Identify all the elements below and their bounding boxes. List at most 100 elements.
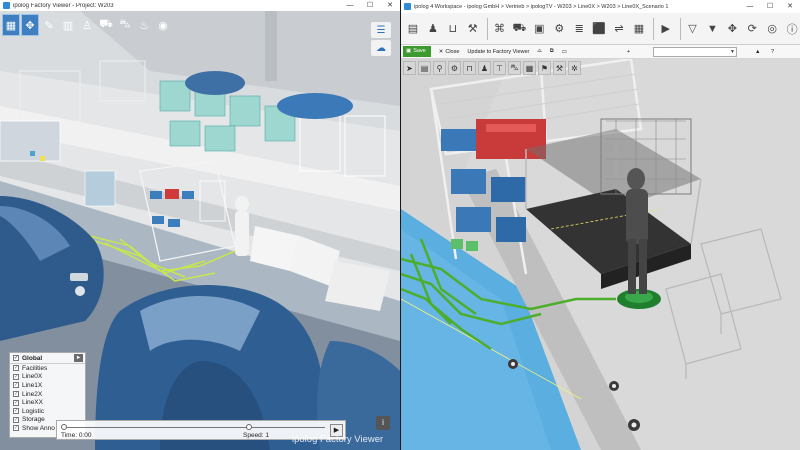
refresh-icon[interactable]: ⟳ xyxy=(744,19,760,38)
ribbon-separator xyxy=(679,17,681,40)
viewer-side-tools: ☰ ☁ xyxy=(371,22,393,56)
layers-icon[interactable]: ≣ xyxy=(571,19,587,38)
pin-icon[interactable]: ⚲ xyxy=(433,61,446,75)
expand-arrow-icon[interactable]: ▸ xyxy=(74,354,83,362)
shelf-icon[interactable]: ▤ xyxy=(405,19,421,38)
delete-icon[interactable]: ▭ xyxy=(562,49,567,55)
workspace-3d-viewport[interactable] xyxy=(401,59,800,450)
grid-view-icon[interactable]: ▦ xyxy=(2,14,20,36)
gear-icon[interactable]: ⚙ xyxy=(448,61,461,75)
layer-label: Line1X xyxy=(22,381,43,389)
layer-item[interactable]: ✓ Line0X xyxy=(10,373,85,382)
minimize-button[interactable]: — xyxy=(340,0,360,11)
layer-checkbox[interactable]: ✓ xyxy=(13,425,19,432)
target-icon[interactable]: ◎ xyxy=(764,19,780,38)
walk-icon[interactable]: ♙ xyxy=(78,14,96,36)
layers-header: ✓ Global ▸ xyxy=(10,353,85,364)
close-label: Close xyxy=(445,48,460,55)
frame-icon[interactable]: ⊓ xyxy=(463,61,476,75)
time-slider-track[interactable] xyxy=(63,427,325,428)
save-button[interactable]: ▣ Save xyxy=(403,46,431,57)
add-button[interactable]: + xyxy=(627,49,630,55)
minimize-button[interactable]: — xyxy=(740,1,760,12)
person-icon[interactable]: ♟ xyxy=(425,19,441,38)
layer-label: Show Anno xyxy=(22,424,55,432)
time-slider-handle[interactable] xyxy=(61,424,67,430)
layer-item[interactable]: ✓ Logistic xyxy=(10,407,85,416)
tool-icon[interactable]: ⚒ xyxy=(465,19,481,38)
camera-icon[interactable]: ◉ xyxy=(154,14,172,36)
flag-icon[interactable]: ⚑ xyxy=(538,61,551,75)
workspace-titlebar: ipolog 4 Workspace - ipolog GmbH > Vertr… xyxy=(401,0,800,13)
tool-icon[interactable]: ⚒ xyxy=(553,61,566,75)
maximize-button[interactable]: ☐ xyxy=(360,0,380,11)
truck-icon[interactable]: ⛟ xyxy=(511,19,527,38)
layer-item[interactable]: ✓ Line1X xyxy=(10,381,85,390)
time-label: Time: 0:00 xyxy=(61,432,92,439)
table-icon[interactable]: ⊤ xyxy=(493,61,506,75)
close-button[interactable]: ✕ xyxy=(780,1,800,12)
shelf-icon[interactable]: ▤ xyxy=(418,61,431,75)
person-icon[interactable]: ♟ xyxy=(478,61,491,75)
chart-icon[interactable]: ▦ xyxy=(523,61,536,75)
speed-slider-handle[interactable] xyxy=(246,424,252,430)
info-icon[interactable]: i xyxy=(376,416,390,430)
speed-label: Speed: 1 xyxy=(243,432,270,439)
fire-icon[interactable]: ♨ xyxy=(135,14,153,36)
save-label: Save xyxy=(413,48,426,54)
box-icon[interactable]: ▣ xyxy=(531,19,547,38)
layer-item[interactable]: ✓ Line2X xyxy=(10,390,85,399)
window-title: ipolog Factory Viewer - Project: W203 xyxy=(13,2,114,9)
save-icon: ▣ xyxy=(406,48,412,54)
layer-checkbox[interactable]: ✓ xyxy=(13,416,19,423)
folder-icon[interactable]: ⌓ xyxy=(537,48,541,55)
close-scenario-button[interactable]: ✕ Close xyxy=(439,49,460,55)
copy-icon[interactable]: ⧉ xyxy=(550,48,554,55)
arrow-icon[interactable]: ➤ xyxy=(403,61,416,75)
layer-checkbox[interactable]: ✓ xyxy=(13,391,19,398)
chevron-down-icon: ▼ xyxy=(730,49,735,55)
layer-item[interactable]: ✓ Facilities xyxy=(10,364,85,373)
layer-checkbox-global[interactable]: ✓ xyxy=(13,355,19,361)
layer-label: Storage xyxy=(22,416,45,424)
layer-checkbox[interactable]: ✓ xyxy=(13,399,19,406)
layer-label: Line2X xyxy=(22,390,43,398)
settings-sliders-icon[interactable]: ☰ xyxy=(371,22,391,38)
info-icon[interactable]: ⓘ xyxy=(784,19,800,38)
scenario-dropdown[interactable]: ▼ xyxy=(653,47,737,57)
layer-checkbox[interactable]: ✓ xyxy=(13,373,19,380)
close-button[interactable]: ✕ xyxy=(380,0,400,11)
car-icon[interactable]: ⛍ xyxy=(508,61,521,75)
edit-toolbar: ➤ ▤ ⚲ ⚙ ⊓ ♟ ⊤ ⛍ ▦ ⚑ ⚒ ✲ xyxy=(401,59,581,77)
settings-icon[interactable]: ✲ xyxy=(568,61,581,75)
layer-checkbox[interactable]: ✓ xyxy=(13,365,19,372)
help-button[interactable]: ? xyxy=(771,49,774,55)
bin-icon[interactable]: ⊔ xyxy=(445,19,461,38)
cloud-icon[interactable]: ☁ xyxy=(371,40,391,56)
play-icon[interactable]: ▶ xyxy=(658,19,674,38)
tag-icon[interactable]: ⌘ xyxy=(492,19,508,38)
car-icon[interactable]: ⛍ xyxy=(116,14,134,36)
app-watermark: ipolog Factory Viewer xyxy=(292,434,384,445)
cube-icon[interactable]: ⬛ xyxy=(591,19,607,38)
layer-label: Facilities xyxy=(22,364,48,372)
close-icon: ✕ xyxy=(438,48,444,55)
desktop: ipolog Factory Viewer - Project: W203 — … xyxy=(0,0,800,450)
forklift-icon[interactable]: ⚙ xyxy=(551,19,567,38)
move-icon[interactable]: ✥ xyxy=(21,14,39,36)
maximize-button[interactable]: ☐ xyxy=(760,1,780,12)
move-icon[interactable]: ✥ xyxy=(724,19,740,38)
filter-icon[interactable]: ▼ xyxy=(704,19,720,38)
layout-icon[interactable]: ▥ xyxy=(59,14,77,36)
update-factory-viewer-button[interactable]: Update to Factory Viewer xyxy=(467,49,529,55)
layer-item[interactable]: ✓ LineXX xyxy=(10,398,85,407)
ribbon-separator xyxy=(652,17,654,40)
layer-checkbox[interactable]: ✓ xyxy=(13,408,19,415)
route-icon[interactable]: ⇌ xyxy=(611,19,627,38)
grid-icon[interactable]: ▦ xyxy=(631,19,647,38)
forklift-icon[interactable]: ⛟ xyxy=(97,14,115,36)
layer-checkbox[interactable]: ✓ xyxy=(13,382,19,389)
warning-icon[interactable]: ▲ xyxy=(755,49,760,55)
pin-icon[interactable]: ✎ xyxy=(40,14,58,36)
filter-outline-icon[interactable]: ▽ xyxy=(685,19,701,38)
